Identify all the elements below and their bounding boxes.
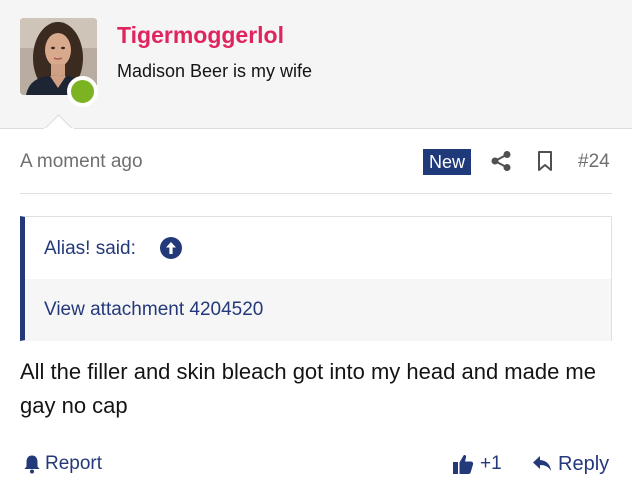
share-icon[interactable] [490, 150, 512, 172]
online-status-indicator [67, 76, 98, 107]
new-badge: New [423, 149, 472, 175]
post-timestamp[interactable]: A moment ago [20, 151, 143, 173]
user-title: Madison Beer is my wife [117, 61, 313, 81]
header-pointer-cover [44, 128, 74, 130]
like-label: +1 [480, 453, 502, 474]
header-pointer [43, 112, 75, 129]
like-button[interactable]: +1 [452, 451, 502, 477]
bookmark-icon[interactable] [536, 150, 554, 172]
bell-icon [24, 455, 40, 474]
post-actions: Report +1 Reply [20, 448, 612, 480]
quote-block: Alias! said: View attachment 4204520 [20, 216, 612, 341]
post-number[interactable]: #24 [578, 151, 610, 173]
reply-button[interactable]: Reply [532, 451, 609, 477]
quote-header: Alias! said: [25, 217, 611, 279]
report-button[interactable]: Report [23, 451, 102, 477]
username[interactable]: Tigermoggerlol [117, 22, 284, 49]
arrow-up-circle-icon[interactable] [160, 237, 182, 259]
quote-author[interactable]: Alias! said: [44, 238, 136, 260]
post-meta: A moment ago New #24 [20, 144, 612, 194]
report-label: Report [45, 453, 103, 474]
reply-arrow-icon [533, 456, 551, 471]
reply-label: Reply [558, 452, 610, 475]
attachment-link[interactable]: View attachment 4204520 [44, 299, 263, 321]
quote-body: View attachment 4204520 [25, 279, 611, 341]
post-body: All the filler and skin bleach got into … [20, 359, 596, 418]
thumbs-up-icon [453, 455, 474, 474]
